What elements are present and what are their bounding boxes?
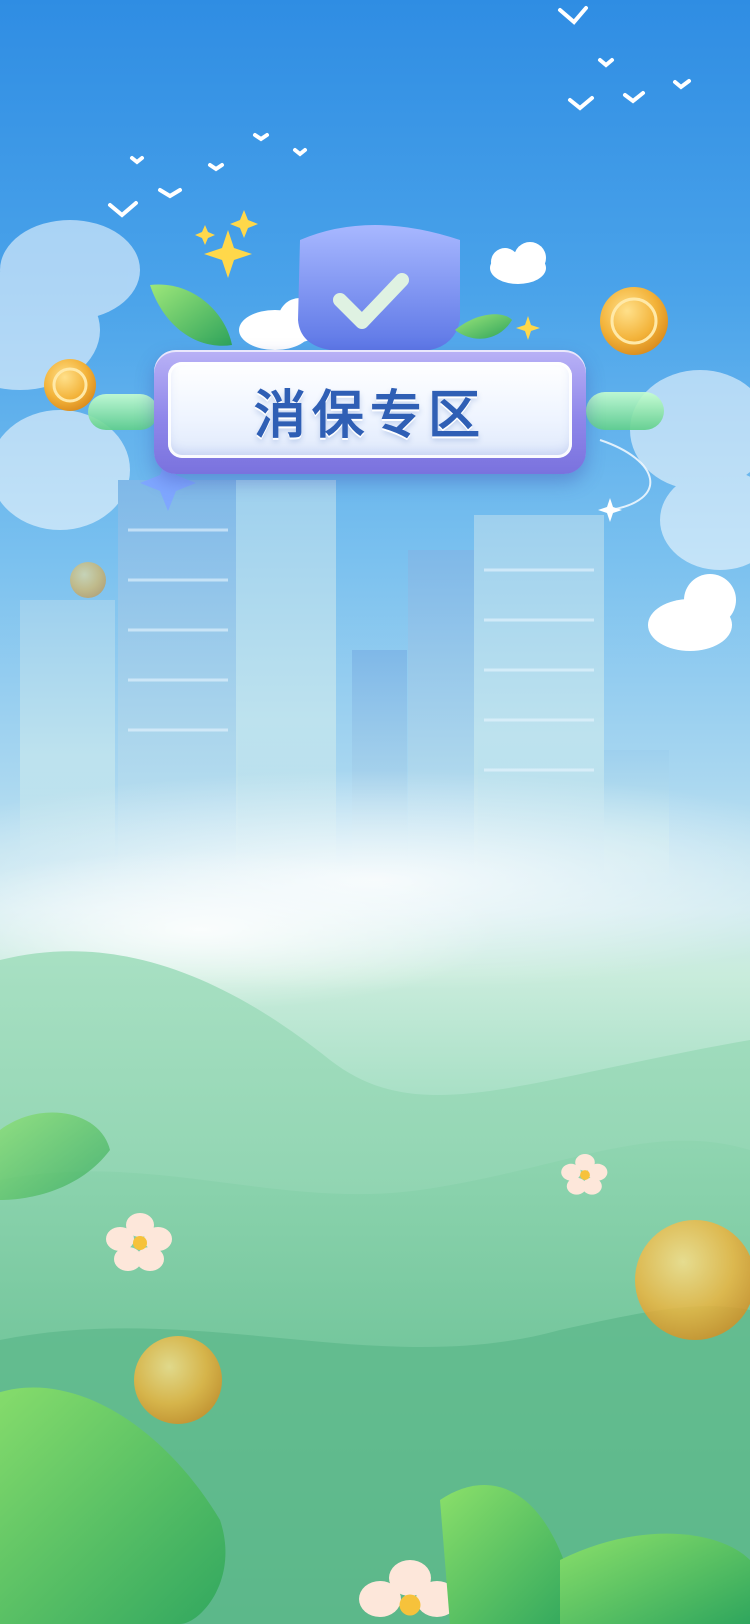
plaque-rods [88, 392, 664, 511]
title-plaque: 消保专区 [154, 350, 586, 474]
title-plaque-inner: 消保专区 [168, 362, 572, 458]
page-background: 消保专区 [0, 0, 750, 1624]
page-title: 消保专区 [253, 385, 486, 446]
